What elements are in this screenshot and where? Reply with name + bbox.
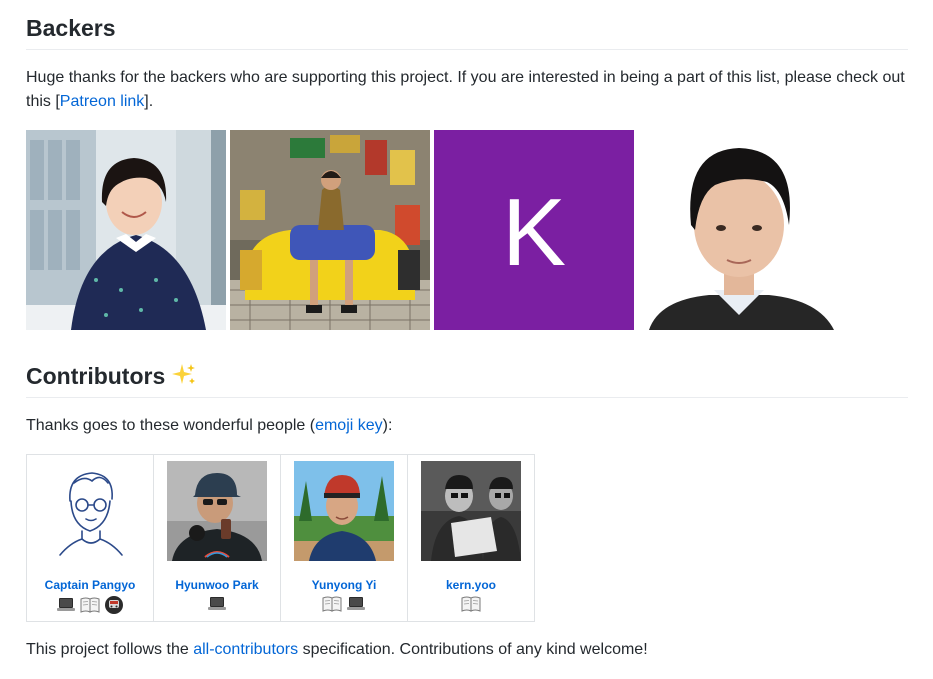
book-icon[interactable]	[322, 595, 342, 619]
metro-icon[interactable]	[104, 595, 124, 621]
contributor-avatar-hyunwoo-park[interactable]	[167, 461, 267, 561]
backer-avatar-2[interactable]	[230, 130, 430, 330]
contributor-avatar-kern-yoo[interactable]	[421, 461, 521, 561]
contributors-table: Captain Pangyo Hyunwoo Park Yunyong Yi k…	[26, 454, 535, 622]
backers-text-before: Huge thanks for the backers who are supp…	[26, 69, 905, 110]
contributor-cell: kern.yoo	[407, 454, 535, 622]
emoji-key-link[interactable]: emoji key	[315, 417, 383, 434]
contributors-text-before: Thanks goes to these wonderful people (	[26, 417, 316, 434]
contributor-cell: Hyunwoo Park	[153, 454, 281, 622]
contributors-row: Captain Pangyo Hyunwoo Park Yunyong Yi k…	[26, 454, 535, 622]
contributor-name[interactable]: Yunyong Yi	[281, 577, 407, 593]
contributor-avatar-yunyong-yi[interactable]	[294, 461, 394, 561]
book-icon[interactable]	[461, 595, 481, 619]
contributor-avatar-captain-pangyo[interactable]	[40, 461, 140, 561]
sparkles-icon	[171, 362, 197, 394]
backers-description: Huge thanks for the backers who are supp…	[26, 66, 908, 114]
backer-avatar-1[interactable]	[26, 130, 226, 330]
contributors-heading: Contributors	[26, 362, 908, 398]
backers-heading: Backers	[26, 14, 908, 50]
contributor-cell: Yunyong Yi	[280, 454, 408, 622]
backer-avatar-3[interactable]: K	[434, 130, 634, 330]
laptop-icon[interactable]	[346, 595, 366, 619]
contributors-heading-text: Contributors	[26, 363, 166, 390]
contribution-icons	[154, 595, 280, 619]
backer-avatar-4[interactable]	[639, 130, 839, 330]
contribution-icons	[408, 595, 534, 619]
contributor-cell: Captain Pangyo	[26, 454, 154, 622]
laptop-icon[interactable]	[56, 596, 76, 620]
backers-text-after: ].	[144, 93, 154, 110]
footer-text-before: This project follows the	[26, 641, 194, 658]
contributors-description: Thanks goes to these wonderful people (e…	[26, 414, 908, 438]
laptop-icon[interactable]	[207, 595, 227, 619]
all-contributors-link[interactable]: all-contributors	[193, 641, 298, 658]
letter-avatar-text: K	[502, 179, 566, 286]
footer-text-after: specification. Contributions of any kind…	[298, 641, 648, 658]
contributor-name[interactable]: Captain Pangyo	[27, 577, 153, 593]
contribution-icons	[281, 595, 407, 619]
book-icon[interactable]	[80, 596, 100, 620]
contributors-text-after: ):	[382, 417, 393, 434]
contributor-name[interactable]: Hyunwoo Park	[154, 577, 280, 593]
backers-heading-text: Backers	[26, 15, 116, 41]
contribution-icons	[27, 595, 153, 621]
patreon-link[interactable]: Patreon link	[60, 93, 145, 110]
contributor-name[interactable]: kern.yoo	[408, 577, 534, 593]
footer-text: This project follows the all-contributor…	[26, 638, 908, 662]
